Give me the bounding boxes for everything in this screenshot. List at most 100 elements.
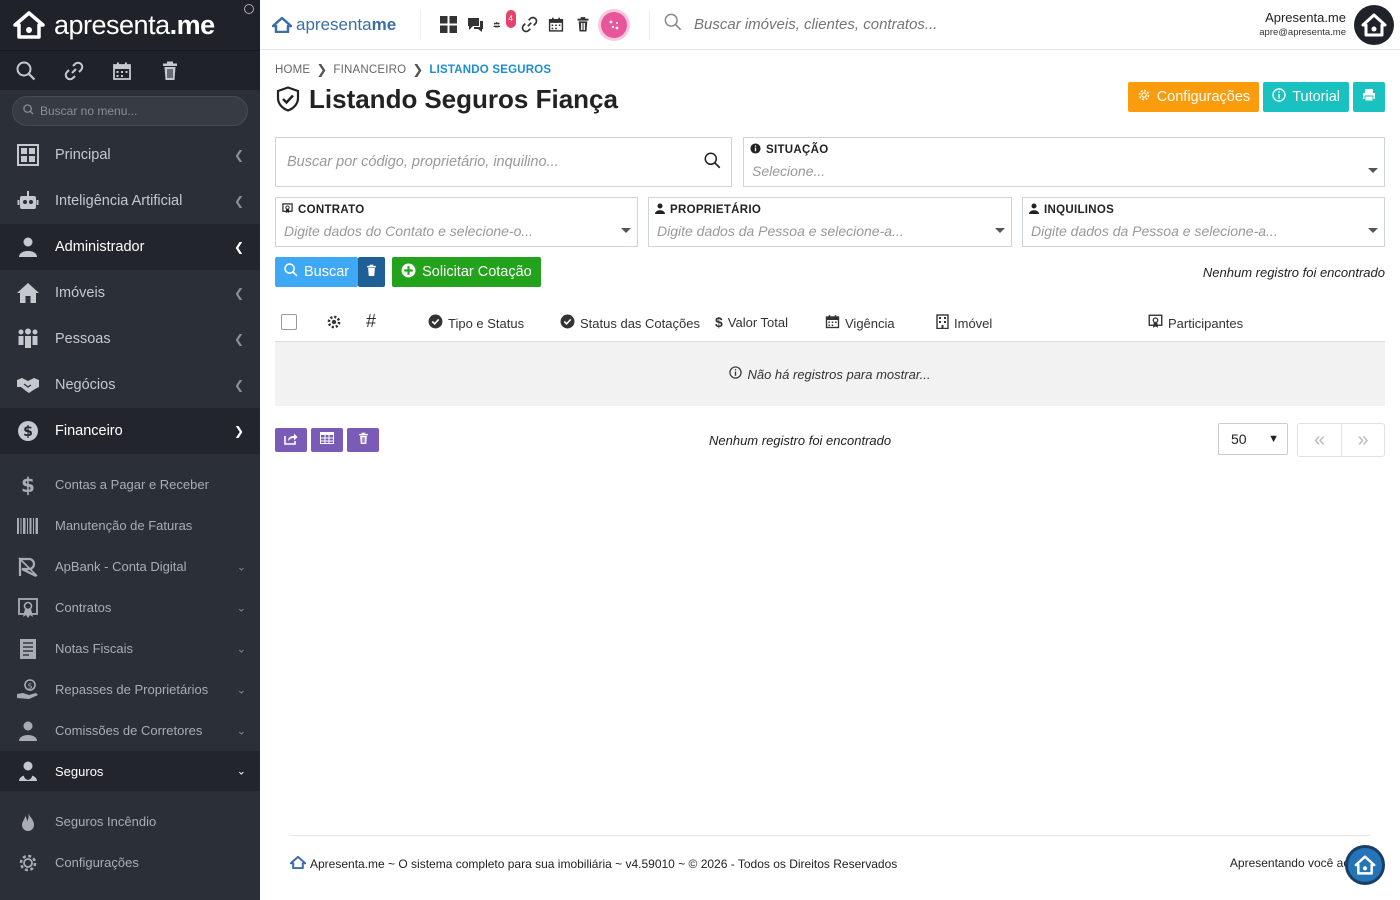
breadcrumb-financeiro[interactable]: FINANCEIRO <box>333 64 406 76</box>
info-circle-icon <box>729 366 743 382</box>
bulk-actions-bar: Nenhum registro foi encontrado 50 ▼ « » <box>275 423 1385 457</box>
hand-coin-icon: $ <box>16 678 40 702</box>
column-status-cotacoes[interactable]: Status das Cotações <box>560 314 700 332</box>
print-button[interactable] <box>1353 82 1385 112</box>
contrato-select[interactable]: CONTRATO Digite dados do Contato e selec… <box>275 197 638 247</box>
sidebar-item-financeiro[interactable]: $ Financeiro ❯ <box>0 408 260 454</box>
info-circle-icon <box>1272 88 1286 106</box>
solicitar-cotacao-button[interactable]: Solicitar Cotação <box>392 257 541 287</box>
select-all-checkbox[interactable] <box>281 314 297 330</box>
results-status-bottom: Nenhum registro foi encontrado <box>709 433 892 448</box>
sidebar-sub-comissoes[interactable]: Comissões de Corretores ⌄ <box>0 710 260 751</box>
calendar-icon[interactable] <box>112 61 132 81</box>
buscar-button[interactable]: Buscar <box>275 257 359 287</box>
sidebar-sub-repasses[interactable]: $ Repasses de Proprietários ⌄ <box>0 669 260 710</box>
last-page-button[interactable]: » <box>1341 424 1384 456</box>
chevron-left-icon: ❮ <box>233 332 244 346</box>
svg-text:$: $ <box>27 681 32 690</box>
bulk-delete-button[interactable] <box>347 428 379 452</box>
link-icon[interactable] <box>64 61 84 81</box>
list-search-placeholder: Buscar por código, proprietário, inquili… <box>287 154 559 170</box>
user-email: apre@apresenta.me <box>1259 27 1346 38</box>
search-icon <box>23 104 34 118</box>
sidebar-sub-seguros[interactable]: Seguros ⌄ <box>0 751 260 791</box>
sidebar-search-input[interactable]: Buscar no menu... <box>12 96 248 126</box>
sidebar-item-pessoas[interactable]: Pessoas ❮ <box>0 316 260 362</box>
column-imovel[interactable]: Imóvel <box>936 314 992 332</box>
sidebar-sub-contratos[interactable]: Contratos ⌄ <box>0 587 260 628</box>
sidebar-item-principal[interactable]: Principal ❮ <box>0 132 260 178</box>
user-icon <box>1029 203 1039 217</box>
config-button[interactable]: Configurações <box>1127 82 1260 112</box>
caret-down-icon <box>995 228 1005 233</box>
chevron-down-icon: ⌄ <box>236 725 246 737</box>
trash-icon[interactable] <box>574 16 592 34</box>
avatar[interactable] <box>1354 5 1394 45</box>
page-size-select[interactable]: 50 ▼ <box>1218 423 1288 455</box>
sidebar-brand[interactable]: apresenta.me <box>0 0 260 50</box>
notification-badge: 4 <box>505 9 516 28</box>
barcode-icon <box>16 514 40 538</box>
table-empty-row: Não há registros para mostrar... <box>275 342 1385 406</box>
proprietario-select[interactable]: PROPRIETÁRIO Digite dados da Pessoa e se… <box>648 197 1012 247</box>
calendar-icon[interactable] <box>547 16 565 34</box>
sidebar-item-ia[interactable]: Inteligência Artificial ❮ <box>0 178 260 224</box>
sidebar-sub-notas[interactable]: Notas Fiscais ⌄ <box>0 628 260 669</box>
check-circle-icon <box>428 314 443 332</box>
column-vigencia[interactable]: Vigência <box>825 314 895 332</box>
svg-text:$: $ <box>23 424 33 440</box>
column-participantes[interactable]: Participantes <box>1148 314 1243 332</box>
link-icon[interactable] <box>520 16 538 34</box>
topbar-icons: 4 <box>420 9 627 40</box>
sidebar-item-administrador[interactable]: Administrador ❮ <box>0 224 260 270</box>
sidebar-item-imoveis[interactable]: Imóveis ❮ <box>0 270 260 316</box>
ai-magic-icon[interactable] <box>601 11 627 38</box>
column-hash[interactable]: # <box>366 311 376 332</box>
export-button[interactable] <box>275 428 307 452</box>
grid-icon[interactable] <box>439 16 457 34</box>
sidebar-search-placeholder: Buscar no menu... <box>40 104 138 118</box>
chevron-left-icon: ❮ <box>233 148 244 162</box>
user-info[interactable]: Apresenta.me apre@apresenta.me <box>1259 10 1346 38</box>
first-page-button[interactable]: « <box>1298 424 1341 456</box>
users-notification-icon[interactable]: 4 <box>493 9 516 34</box>
people-icon <box>16 327 40 351</box>
columns-button[interactable] <box>311 428 343 452</box>
search-icon <box>284 263 298 281</box>
search-icon[interactable] <box>16 61 36 81</box>
sidebar-sub-configuracoes[interactable]: Configurações <box>0 842 260 883</box>
sidebar-sub-seguros-incendio[interactable]: Seguros Incêndio <box>0 801 260 842</box>
invoice-icon <box>16 637 40 661</box>
situacao-select[interactable]: SITUAÇÃO Selecione... <box>743 137 1385 187</box>
breadcrumb-home[interactable]: HOME <box>275 64 310 76</box>
building-icon <box>936 314 949 332</box>
handshake-icon <box>16 373 40 397</box>
sidebar-item-negocios[interactable]: Negócios ❮ <box>0 362 260 408</box>
caret-down-icon <box>1368 228 1378 233</box>
clear-filters-button[interactable] <box>358 257 386 287</box>
chevron-left-icon: ❮ <box>233 240 244 254</box>
search-icon[interactable] <box>704 152 721 174</box>
chat-icon[interactable] <box>466 16 484 34</box>
column-settings-icon[interactable] <box>326 314 342 330</box>
trash-icon[interactable] <box>160 61 180 81</box>
footer: Apresenta.me ~ O sistema completo para s… <box>289 835 1370 885</box>
house-logo-icon <box>1361 13 1387 37</box>
global-search-input[interactable] <box>694 16 1194 33</box>
assistant-fab[interactable] <box>1345 845 1385 885</box>
sidebar-toolbar <box>0 50 260 90</box>
tutorial-button[interactable]: Tutorial <box>1263 82 1349 112</box>
caret-down-icon <box>1368 168 1378 173</box>
sidebar-sub-apbank[interactable]: ApBank - Conta Digital ⌄ <box>0 546 260 587</box>
sidebar-sub-faturas[interactable]: Manutenção de Faturas <box>0 505 260 546</box>
chevron-right-icon: ❯ <box>316 62 328 77</box>
sidebar-sub-contas[interactable]: $ Contas a Pagar e Receber <box>0 464 260 505</box>
inquilinos-select[interactable]: INQUILINOS Digite dados da Pessoa e sele… <box>1022 197 1385 247</box>
column-valor-total[interactable]: $ Valor Total <box>715 314 788 330</box>
topbar-logo[interactable]: apresentame <box>260 15 420 35</box>
chevron-down-icon: ⌄ <box>236 561 246 573</box>
list-search-field[interactable]: Buscar por código, proprietário, inquili… <box>275 137 732 187</box>
registered-icon <box>244 4 254 14</box>
filters-row-1: Buscar por código, proprietário, inquili… <box>275 137 1385 187</box>
column-tipo-status[interactable]: Tipo e Status <box>428 314 524 332</box>
